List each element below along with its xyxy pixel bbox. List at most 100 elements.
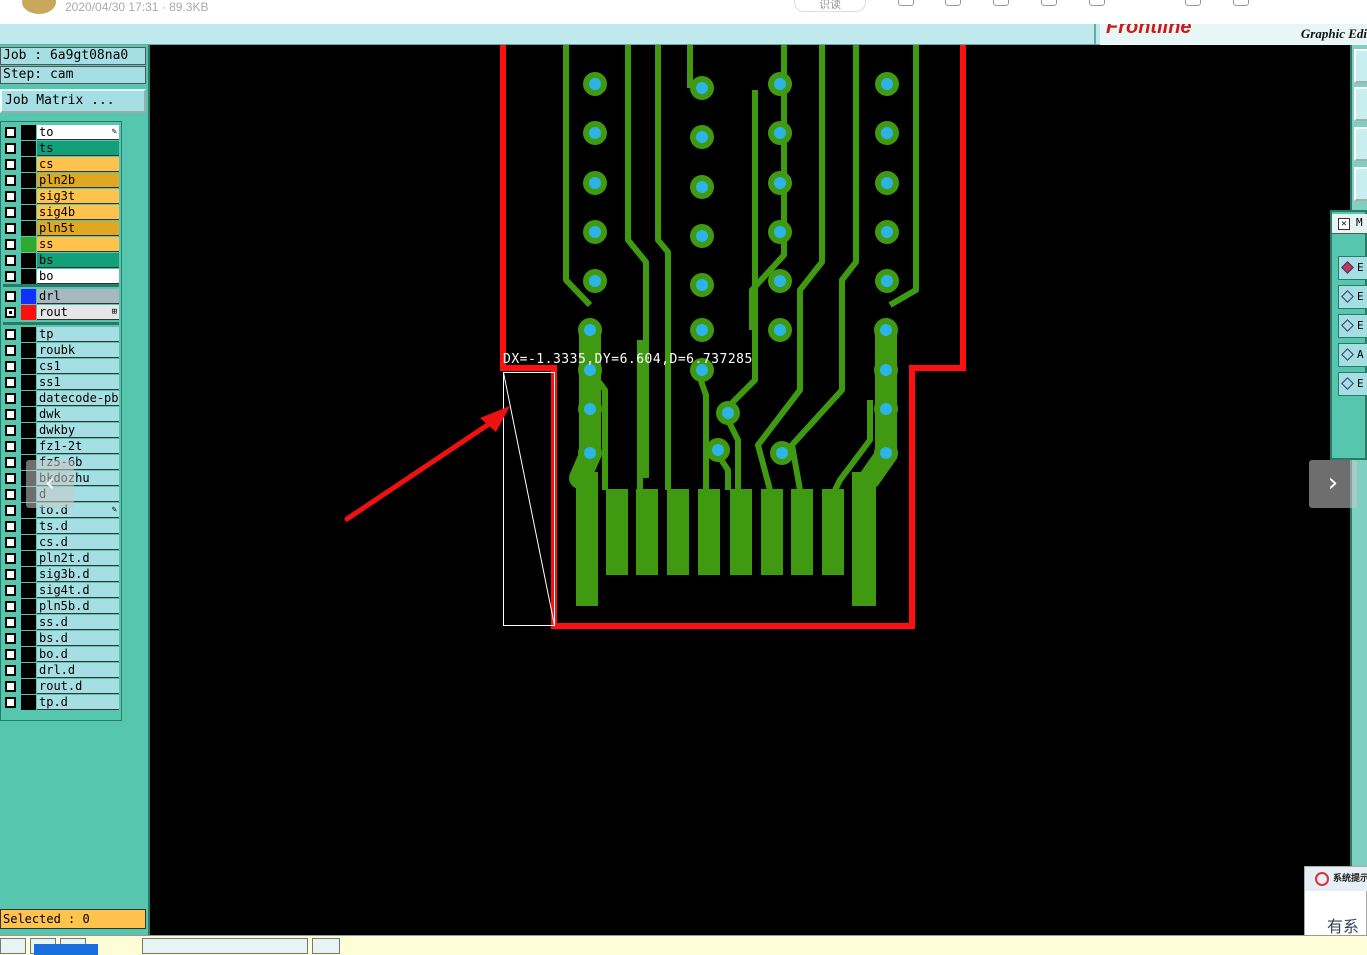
layer-checkbox[interactable] [5,537,16,548]
layer-color-swatch[interactable] [21,141,36,156]
layer-color-swatch[interactable] [21,157,36,172]
layer-checkbox[interactable] [5,291,16,302]
layer-color-swatch[interactable] [21,359,36,374]
layer-checkbox[interactable] [5,665,16,676]
layer-name[interactable]: roubk [37,343,119,358]
layer-checkbox[interactable] [5,159,16,170]
layer-row[interactable]: bo [3,269,119,284]
layer-color-swatch[interactable] [21,567,36,582]
layer-checkbox[interactable] [5,585,16,596]
popup-item-5[interactable]: E [1338,372,1367,396]
layer-name[interactable]: pln2t.d [37,551,119,566]
layer-row[interactable]: drl [3,289,119,304]
layer-checkbox[interactable] [5,441,16,452]
popup-item-4[interactable]: A [1338,343,1367,367]
layer-checkbox[interactable] [5,393,16,404]
rotate-icon[interactable] [945,0,961,6]
layer-row[interactable]: sig3t [3,189,119,204]
layer-row[interactable]: datecode-pbc [3,391,119,406]
layer-name[interactable]: sig3b.d [37,567,119,582]
layer-checkbox[interactable] [5,553,16,564]
next-image-button[interactable]: › [1309,460,1357,508]
layer-row[interactable]: drl.d [3,663,119,678]
layer-name[interactable]: ss [37,237,119,252]
popup-item-2[interactable]: E [1338,285,1367,309]
layer-checkbox[interactable] [5,345,16,356]
layer-name[interactable]: rout ⊞ [37,305,119,320]
layer-name[interactable]: sig3t [37,189,119,204]
layer-checkbox[interactable] [5,409,16,420]
layer-checkbox[interactable] [5,207,16,218]
layer-row[interactable]: rout ⊞ [3,305,119,320]
layer-name[interactable]: fz1-2t [37,439,119,454]
layer-color-swatch[interactable] [21,439,36,454]
layer-name[interactable]: tp.d [37,695,119,710]
layer-name[interactable]: drl [37,289,119,304]
layer-row[interactable]: pln5b.d [3,599,119,614]
layer-row[interactable]: dwk [3,407,119,422]
layer-name[interactable]: rout.d [37,679,119,694]
layer-color-swatch[interactable] [21,173,36,188]
layer-name[interactable]: bs.d [37,631,119,646]
layer-color-swatch[interactable] [21,253,36,268]
layer-row[interactable]: cs.d [3,535,119,550]
layer-color-swatch[interactable] [21,237,36,252]
layer-name[interactable]: drl.d [37,663,119,678]
download-icon[interactable] [1185,0,1201,6]
layer-row[interactable]: ts.d [3,519,119,534]
more-icon[interactable] [1233,0,1249,6]
layer-name[interactable]: datecode-pbc [37,391,119,406]
tool-button-3[interactable] [1354,127,1367,161]
layer-color-swatch[interactable] [21,663,36,678]
job-matrix-button[interactable]: Job Matrix ... [0,89,146,113]
layer-row[interactable]: sig3b.d [3,567,119,582]
layer-row[interactable]: tp.d [3,695,119,710]
layer-name[interactable]: pln5t [37,221,119,236]
layer-row[interactable]: fz1-2t [3,439,119,454]
tool-button-2[interactable] [1354,87,1367,121]
layer-color-swatch[interactable] [21,189,36,204]
layer-color-swatch[interactable] [21,327,36,342]
layer-checkbox[interactable] [5,457,16,468]
layer-checkbox[interactable] [5,489,16,500]
layer-color-swatch[interactable] [21,221,36,236]
copy-icon[interactable] [1089,0,1105,6]
layer-name[interactable]: cs [37,157,119,172]
layer-row[interactable]: pln2b [3,173,119,188]
tool-button-4[interactable] [1354,167,1367,201]
layer-name[interactable]: cs.d [37,535,119,550]
layer-checkbox[interactable] [5,127,16,138]
layer-color-swatch[interactable] [21,125,36,140]
layer-checkbox[interactable] [5,175,16,186]
status-cell[interactable] [312,938,340,954]
layer-checkbox[interactable] [5,425,16,436]
layer-row[interactable]: cs [3,157,119,172]
layer-row[interactable]: tp [3,327,119,342]
layer-name[interactable]: ss1 [37,375,119,390]
layer-name[interactable]: to ✎ [37,125,119,140]
taskbar-item[interactable] [34,944,98,955]
layer-checkbox[interactable] [5,377,16,388]
layer-name[interactable]: cs1 [37,359,119,374]
layer-checkbox[interactable] [5,239,16,250]
layer-color-swatch[interactable] [21,343,36,358]
layer-color-swatch[interactable] [21,615,36,630]
layer-color-swatch[interactable] [21,391,36,406]
layer-color-swatch[interactable] [21,305,36,320]
layer-checkbox[interactable] [5,361,16,372]
status-cell[interactable] [0,938,26,954]
tool-button-1[interactable] [1354,49,1367,83]
layer-checkbox[interactable] [5,271,16,282]
layer-color-swatch[interactable] [21,407,36,422]
layer-checkbox[interactable] [5,473,16,484]
layer-checkbox[interactable] [5,143,16,154]
layer-color-swatch[interactable] [21,535,36,550]
layer-row[interactable]: ts [3,141,119,156]
popup-item-1[interactable]: E [1338,256,1367,280]
layer-color-swatch[interactable] [21,599,36,614]
layer-checkbox[interactable] [5,649,16,660]
layer-checkbox[interactable] [5,633,16,644]
layer-name[interactable]: pln5b.d [37,599,119,614]
layer-row[interactable]: rout.d [3,679,119,694]
layer-checkbox[interactable] [5,505,16,516]
